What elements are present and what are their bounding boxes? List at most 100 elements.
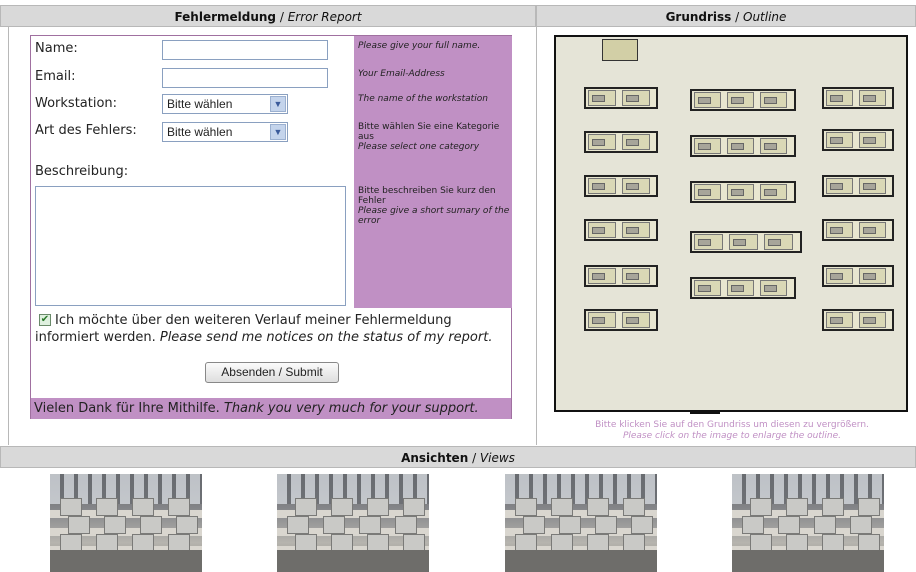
floor-plan-image[interactable] — [554, 35, 908, 412]
workstation-label: Workstation: — [35, 96, 118, 111]
description-label: Beschreibung: — [35, 164, 129, 179]
views-header: Ansichten / Views — [0, 446, 916, 468]
checkmark-icon: ✔ — [40, 314, 50, 325]
notify-text: Ich möchte über den weiteren Verlauf mei… — [35, 312, 511, 346]
floor-plan-desk — [690, 277, 796, 299]
form-header-subtitle: Error Report — [287, 10, 362, 24]
floor-plan-desk — [822, 87, 894, 109]
workstation-cell — [622, 268, 650, 284]
submit-button[interactable]: Absenden / Submit — [205, 362, 339, 383]
description-help-de: Bitte beschreiben Sie kurz den Fehler — [358, 186, 496, 206]
workstation-cell — [760, 184, 787, 200]
floor-plan-desk — [584, 219, 658, 241]
workstation-cell — [859, 312, 886, 328]
workstation-cell — [760, 138, 787, 154]
email-label: Email: — [35, 69, 76, 84]
workstation-cell — [622, 222, 650, 238]
workstation-cell — [859, 90, 886, 106]
workstation-select-value: Bitte wählen — [167, 97, 233, 111]
error-type-help-de: Bitte wählen Sie eine Kategorie aus — [358, 122, 500, 142]
floor-plan-desk — [822, 265, 894, 287]
form-header-title: Fehlermeldung — [174, 10, 277, 24]
workstation-cell — [694, 184, 721, 200]
workstation-cell — [727, 138, 754, 154]
description-help-en: Please give a short sumary of the error — [358, 206, 510, 226]
floor-plan-desk — [690, 89, 796, 111]
workstation-select[interactable]: Bitte wählen ▼ — [162, 94, 288, 114]
name-input[interactable] — [162, 40, 328, 60]
workstation-cell — [826, 268, 853, 284]
classroom-photo-3[interactable] — [505, 474, 657, 572]
floor-plan-room-box — [602, 39, 638, 61]
floor-plan-desk — [584, 131, 658, 153]
floor-plan-desk — [690, 231, 802, 253]
workstation-cell — [727, 280, 754, 296]
column-divider — [536, 27, 537, 445]
name-label: Name: — [35, 41, 78, 56]
workstation-cell — [859, 132, 886, 148]
workstation-cell — [588, 90, 616, 106]
email-input[interactable] — [162, 68, 328, 88]
workstation-cell — [622, 312, 650, 328]
chevron-down-icon[interactable]: ▼ — [270, 124, 286, 140]
workstation-cell — [760, 92, 787, 108]
workstation-cell — [826, 178, 853, 194]
outline-header: Grundriss / Outline — [536, 5, 916, 27]
floor-plan-desk — [822, 175, 894, 197]
left-border — [8, 27, 9, 445]
error-type-select[interactable]: Bitte wählen ▼ — [162, 122, 288, 142]
workstation-cell — [764, 234, 793, 250]
chevron-down-icon[interactable]: ▼ — [270, 96, 286, 112]
workstation-cell — [588, 222, 616, 238]
floor-plan-desk — [690, 135, 796, 157]
description-textarea[interactable] — [35, 186, 346, 306]
error-type-select-value: Bitte wählen — [167, 125, 233, 139]
workstation-cell — [727, 184, 754, 200]
outline-caption-de: Bitte klicken Sie auf den Grundriss um d… — [595, 420, 869, 430]
error-type-help: Bitte wählen Sie eine Kategorie aus Plea… — [358, 122, 510, 152]
floor-plan-desk — [822, 219, 894, 241]
floor-plan-desk — [822, 309, 894, 331]
workstation-cell — [694, 280, 721, 296]
floor-plan-desk — [584, 265, 658, 287]
thanks-text-de: Vielen Dank für Ihre Mithilfe. — [34, 401, 220, 416]
notify-checkbox[interactable]: ✔ — [39, 314, 51, 326]
error-type-help-en: Please select one category — [358, 142, 480, 152]
error-report-form: Name: Please give your full name. Email:… — [30, 35, 512, 419]
workstation-cell — [588, 178, 616, 194]
classroom-photo-2[interactable] — [277, 474, 429, 572]
workstation-cell — [826, 90, 853, 106]
form-header: Fehlermeldung / Error Report — [0, 5, 536, 27]
views-header-subtitle: Views — [479, 451, 515, 465]
workstation-cell — [622, 90, 650, 106]
thanks-bar: Vielen Dank für Ihre Mithilfe. Thank you… — [31, 398, 511, 419]
scale-bar — [690, 410, 720, 414]
workstation-cell — [826, 222, 853, 238]
workstation-cell — [729, 234, 758, 250]
classroom-photo-4[interactable] — [732, 474, 884, 572]
workstation-cell — [859, 178, 886, 194]
floor-plan-desk — [584, 175, 658, 197]
outline-caption-en: Please click on the image to enlarge the… — [622, 431, 842, 441]
workstation-cell — [859, 222, 886, 238]
outline-header-subtitle: Outline — [743, 10, 787, 24]
classroom-photo-1[interactable] — [50, 474, 202, 572]
floor-plan-desk — [584, 87, 658, 109]
workstation-cell — [588, 268, 616, 284]
floor-plan-desk — [584, 309, 658, 331]
floor-plan-desk — [690, 181, 796, 203]
workstation-cell — [826, 132, 853, 148]
workstation-cell — [826, 312, 853, 328]
outline-header-title: Grundriss — [665, 10, 732, 24]
workstation-cell — [694, 138, 721, 154]
workstation-cell — [859, 268, 886, 284]
workstation-cell — [694, 92, 721, 108]
thanks-text-en: Thank you very much for your support. — [223, 401, 479, 416]
workstation-cell — [727, 92, 754, 108]
workstation-cell — [760, 280, 787, 296]
workstation-cell — [622, 134, 650, 150]
workstation-help: The name of the workstation — [358, 94, 488, 104]
workstation-cell — [694, 234, 723, 250]
workstation-cell — [622, 178, 650, 194]
notify-text-en: Please send me notices on the status of … — [159, 330, 493, 345]
